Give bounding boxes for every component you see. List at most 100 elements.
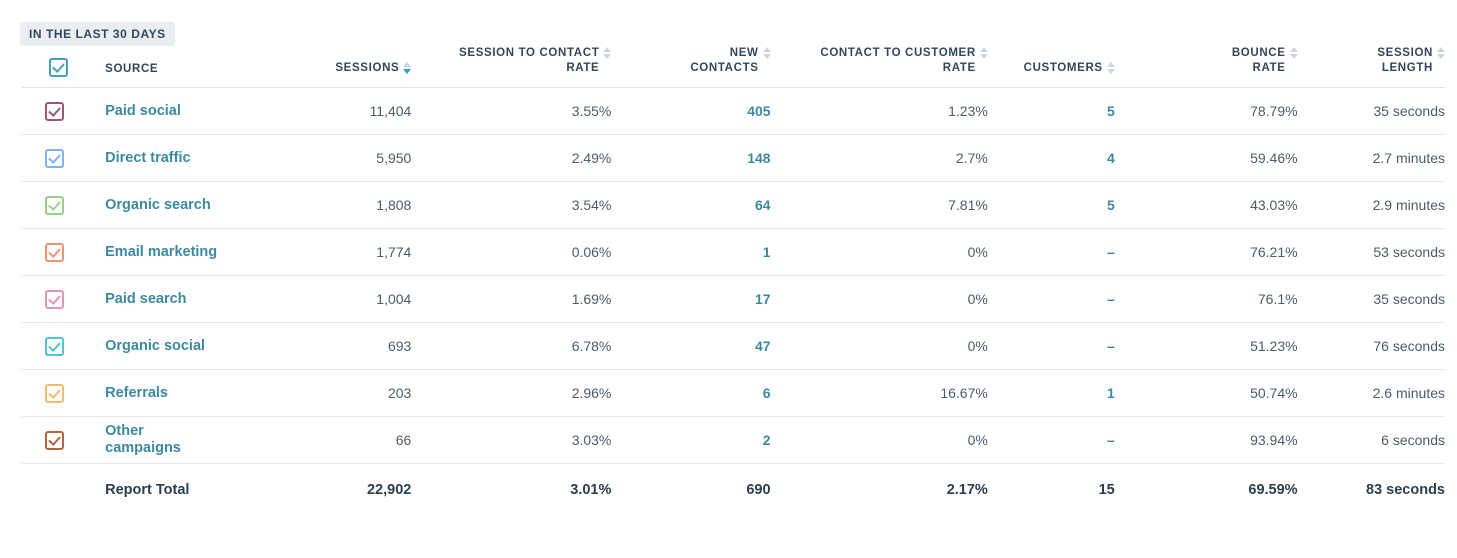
row-checkbox[interactable] [45,289,64,309]
total-new-contacts: 690 [746,482,771,498]
cell-sessions: 203 [280,369,412,417]
new-contacts-link[interactable]: 17 [755,291,771,307]
column-header-session-to-contact-rate-label: SESSION TO CONTACT RATE [459,47,600,74]
cell-session-to-contact-rate: 3.54% [411,181,612,229]
sort-icon-customers[interactable] [1106,61,1115,74]
cell-contact-to-customer-rate: 7.81% [770,181,988,229]
column-header-new-contacts[interactable]: NEW CONTACTS [611,46,771,88]
cell-bounce-rate: 93.94% [1114,416,1298,464]
source-cell: Direct traffic [95,134,281,182]
row-checkbox[interactable] [45,242,64,262]
cell-new-contacts: 17 [611,275,771,323]
source-cell: Referrals [95,369,281,417]
row-checkbox-cell [22,87,96,135]
column-header-source-label: SOURCE [105,63,159,75]
cell-session-length: 53 seconds [1297,228,1445,276]
source-link[interactable]: Organic social [105,338,205,355]
cell-customers: – [987,228,1115,276]
total-sessions: 22,902 [366,482,412,498]
new-contacts-link[interactable]: 2 [763,432,771,448]
cell-sessions: 5,950 [280,134,412,182]
table-row: Paid social 11,404 3.55% 405 1.23% 5 78.79% 35 … [22,87,1445,135]
source-link[interactable]: Organic search [105,197,211,214]
row-checkbox-cell [22,181,96,229]
cell-session-length: 76 seconds [1297,322,1445,370]
cell-session-to-contact-rate: 2.49% [411,134,612,182]
table-container: SOURCE SESSIONS SESSION TO CONTACT RATE [0,46,1457,516]
empty-value-dash: – [1106,338,1115,354]
table-row: Other campaigns 66 3.03% 2 0% –93.94% 6 second… [22,416,1445,464]
source-link[interactable]: Other campaigns [105,423,185,457]
report-table-page: IN THE LAST 30 DAYS SOURCE SESSIONS SESS… [0,0,1457,558]
source-cell: Other campaigns [95,416,281,464]
new-contacts-link[interactable]: 405 [747,103,770,119]
row-checkbox[interactable] [45,336,64,356]
new-contacts-link[interactable]: 47 [755,338,771,354]
sort-icon-sessions[interactable] [403,61,412,74]
customers-link[interactable]: 4 [1107,150,1115,166]
row-checkbox[interactable] [45,101,64,121]
total-checkbox-spacer [22,464,95,517]
total-session-to-contact-rate: 3.01% [570,482,612,498]
source-link[interactable]: Paid search [105,291,186,308]
new-contacts-link[interactable]: 1 [763,244,771,260]
cell-customers: 4 [987,134,1115,182]
column-header-customers[interactable]: CUSTOMERS [987,46,1115,88]
column-header-session-to-contact-rate[interactable]: SESSION TO CONTACT RATE [411,46,612,88]
header-select-all-cell [22,46,96,88]
cell-session-length: 35 seconds [1297,87,1445,135]
cell-new-contacts: 405 [611,87,771,135]
row-checkbox[interactable] [45,383,64,403]
cell-sessions: 1,004 [280,275,412,323]
row-checkbox-cell [22,228,96,276]
cell-session-length: 35 seconds [1297,275,1445,323]
empty-value-dash: – [1106,291,1115,307]
table-row: Referrals 203 2.96% 6 16.67% 1 50.74% 2.6 minut… [22,369,1445,417]
date-range-badge-container: IN THE LAST 30 DAYS [0,0,1457,46]
column-header-contact-to-customer-rate[interactable]: CONTACT TO CUSTOMER RATE [770,46,988,88]
select-all-checkbox[interactable] [49,58,69,77]
sort-icon-session-length[interactable] [1437,47,1445,59]
cell-contact-to-customer-rate: 0% [770,416,988,464]
column-header-sessions[interactable]: SESSIONS [280,46,412,88]
source-cell: Paid search [95,275,281,323]
total-label: Report Total [105,482,190,498]
sort-icon-bounce-rate[interactable] [1289,47,1298,59]
column-header-new-contacts-label: NEW CONTACTS [690,47,759,74]
cell-new-contacts: 47 [611,322,771,370]
cell-contact-to-customer-rate: 0% [770,322,988,370]
source-link[interactable]: Referrals [105,385,168,402]
column-header-customers-label: CUSTOMERS [1023,61,1103,74]
sort-icon-new-contacts[interactable] [762,47,771,59]
cell-new-contacts: 64 [611,181,771,229]
cell-contact-to-customer-rate: 2.7% [770,134,988,182]
row-checkbox[interactable] [45,430,64,450]
sort-icon-session-to-contact-rate[interactable] [603,47,612,59]
table-body: Paid social 11,404 3.55% 405 1.23% 5 78.79% 35 … [22,87,1445,517]
row-checkbox-cell [22,416,96,464]
column-header-contact-to-customer-rate-label: CONTACT TO CUSTOMER RATE [820,47,976,74]
source-cell: Email marketing [95,228,281,276]
customers-link[interactable]: 5 [1107,197,1115,213]
sort-icon-contact-to-customer-rate[interactable] [979,47,988,59]
cell-sessions: 11,404 [280,87,412,135]
cell-contact-to-customer-rate: 16.67% [770,369,988,417]
source-link[interactable]: Direct traffic [105,150,190,167]
source-cell: Paid social [95,87,281,135]
customers-link[interactable]: 1 [1107,385,1115,401]
date-range-badge: IN THE LAST 30 DAYS [20,22,175,46]
row-checkbox[interactable] [45,148,64,168]
column-header-session-length[interactable]: SESSION LENGTH [1297,46,1445,88]
source-link[interactable]: Email marketing [105,244,217,261]
new-contacts-link[interactable]: 6 [763,385,771,401]
source-link[interactable]: Paid social [105,103,181,120]
cell-bounce-rate: 76.21% [1114,228,1298,276]
column-header-bounce-rate[interactable]: BOUNCE RATE [1114,46,1298,88]
customers-link[interactable]: 5 [1107,103,1115,119]
new-contacts-link[interactable]: 148 [747,150,770,166]
new-contacts-link[interactable]: 64 [755,197,771,213]
row-checkbox[interactable] [45,195,64,215]
cell-bounce-rate: 50.74% [1114,369,1298,417]
column-header-sessions-label: SESSIONS [335,61,400,74]
table-row: Direct traffic 5,950 2.49% 148 2.7% 4 59.46% 2.… [22,134,1445,182]
